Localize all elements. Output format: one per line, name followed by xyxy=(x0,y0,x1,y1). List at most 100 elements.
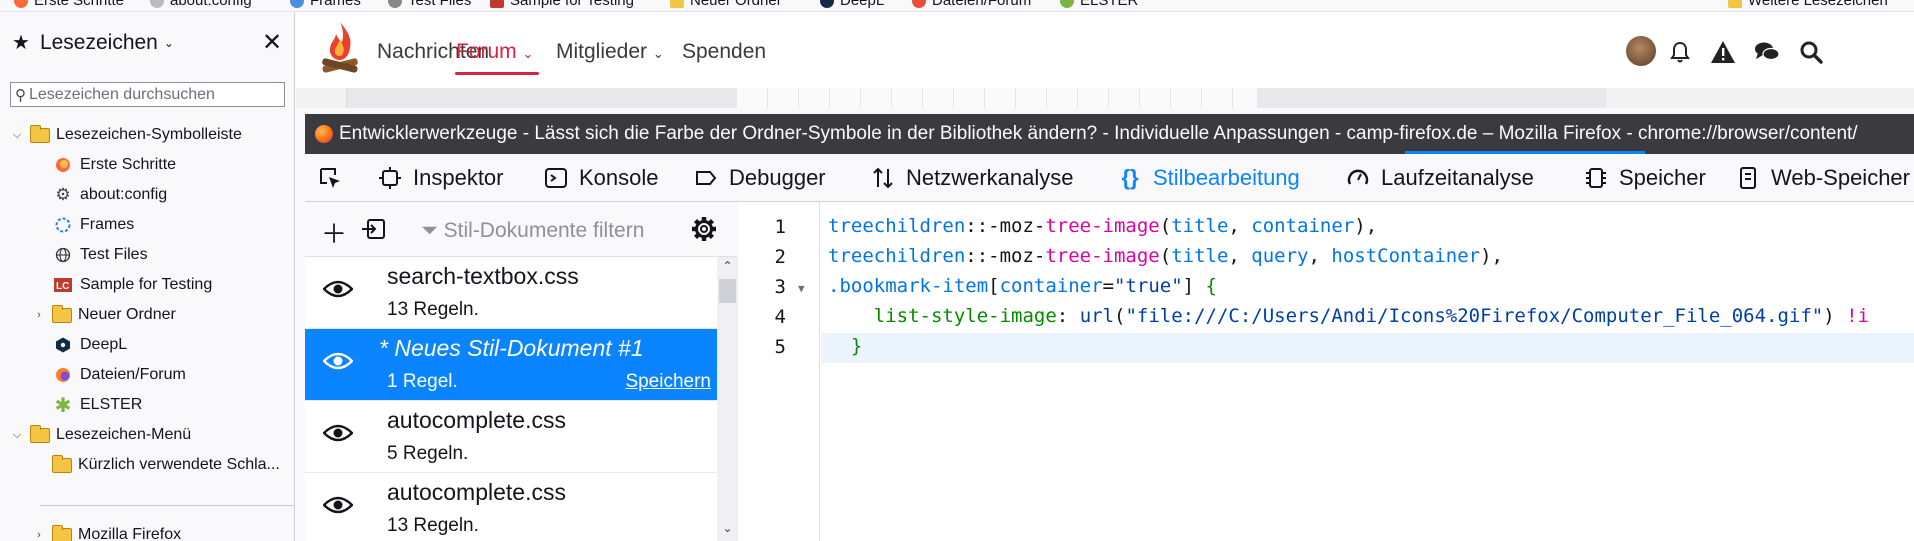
chevron-down-icon: ⌄ xyxy=(522,46,534,61)
elster-star-icon: ✱ xyxy=(54,394,72,417)
toolbar-bookmark-about-config[interactable]: about:config xyxy=(150,0,252,9)
bookmarks-search-input[interactable]: ⚲ Lesezeichen durchsuchen xyxy=(10,82,285,107)
tab-inspektor[interactable]: Inspektor xyxy=(377,154,504,202)
tree-item-label: about:config xyxy=(80,186,168,203)
nav-spenden[interactable]: Spenden xyxy=(682,40,766,64)
toolbar-bookmark-elster[interactable]: ELSTER xyxy=(1060,0,1138,9)
import-stylesheet-button[interactable] xyxy=(361,217,387,248)
dotted-globe-icon xyxy=(54,216,72,234)
braces-icon: {} xyxy=(1121,165,1139,190)
save-stylesheet-link[interactable]: Speichern xyxy=(625,371,711,393)
tab-label: Konsole xyxy=(579,165,659,190)
stylesheet-name: autocomplete.css xyxy=(387,407,566,433)
tab-konsole[interactable]: Konsole xyxy=(543,154,659,202)
tab-laufzeitanalyse[interactable]: Laufzeitanalyse xyxy=(1345,154,1534,202)
toolbar-bookmark-dateien[interactable]: Dateien/Forum xyxy=(912,0,1031,9)
element-picker-icon xyxy=(317,165,343,191)
tab-speicher[interactable]: Speicher xyxy=(1583,154,1706,202)
tab-netzwerkanalyse[interactable]: Netzwerkanalyse xyxy=(870,154,1074,202)
bell-icon[interactable] xyxy=(1666,38,1694,66)
tree-item-elster[interactable]: ✱ ELSTER xyxy=(54,390,143,420)
globe-icon xyxy=(54,246,72,264)
tab-debugger[interactable]: Debugger xyxy=(693,154,826,202)
tab-web-speicher[interactable]: Web-Speicher xyxy=(1735,154,1910,202)
search-icon[interactable] xyxy=(1797,38,1825,66)
tab-stilbearbeitung[interactable]: {} Stilbearbeitung xyxy=(1117,154,1299,202)
chat-icon[interactable] xyxy=(1753,38,1781,66)
toolbar-bookmark-deepl[interactable]: DeepL xyxy=(820,0,884,9)
line-number: 4 xyxy=(774,306,786,328)
tree-item-toolbar-folder[interactable]: ⌵ Lesezeichen-Symbolleiste xyxy=(10,120,242,150)
forum-screenshot-thumbnail xyxy=(737,88,1257,108)
stylesheet-list-pane: ＋ ⏷ Stil-Dokumente filtern search-textbo… xyxy=(305,202,738,541)
tree-item-test-files[interactable]: Test Files xyxy=(54,240,148,270)
element-picker-button[interactable] xyxy=(317,154,353,202)
line-number: 2 xyxy=(774,246,786,268)
tree-item-dateien-forum[interactable]: Dateien/Forum xyxy=(54,360,186,390)
eye-icon[interactable] xyxy=(323,423,353,443)
tree-item-menu-folder[interactable]: ⌵ Lesezeichen-Menü xyxy=(10,420,191,450)
stylesheet-name: search-textbox.css xyxy=(387,263,579,289)
tree-item-about-config[interactable]: ⚙ about:config xyxy=(54,180,167,210)
filter-stylesheets-input[interactable]: ⏷ Stil-Dokumente filtern xyxy=(421,219,644,243)
dotted-globe-icon xyxy=(290,0,304,9)
tree-item-label: Lesezeichen-Menü xyxy=(56,426,192,443)
warning-icon[interactable] xyxy=(1709,38,1737,66)
stylesheet-item[interactable]: search-textbox.css 13 Regeln. xyxy=(305,257,717,329)
scrollbar-thumb[interactable] xyxy=(719,279,736,303)
settings-button[interactable] xyxy=(691,216,717,249)
scroll-down-icon[interactable]: ⌄ xyxy=(717,521,738,535)
code-line-5: } xyxy=(850,335,863,357)
tree-item-sample-for-testing[interactable]: LC Sample for Testing xyxy=(54,270,212,300)
toolbar-bookmark-neuer-ordner[interactable]: Neuer Ordner xyxy=(670,0,782,9)
chevron-right-icon[interactable]: › xyxy=(32,309,46,321)
eye-icon[interactable] xyxy=(323,351,353,371)
stylesheet-item[interactable]: autocomplete.css 5 Regeln. xyxy=(305,401,717,473)
new-stylesheet-button[interactable]: ＋ xyxy=(321,214,347,251)
inspector-icon xyxy=(377,165,403,191)
code-line-3: .bookmark-item[container="true"] { xyxy=(828,275,1217,297)
other-bookmarks[interactable]: Weitere Lesezeichen xyxy=(1728,0,1888,9)
tree-item-frames[interactable]: Frames xyxy=(54,210,134,240)
eye-icon[interactable] xyxy=(323,279,353,299)
toolbar-bookmark-test-files[interactable]: Test Files xyxy=(388,0,471,9)
close-sidebar-button[interactable]: ✕ xyxy=(262,28,282,57)
css-editor[interactable]: 1 2 3 ▼ 4 5 treechildren::-moz-tree-imag… xyxy=(738,202,1914,541)
toolbar-bookmark-label: Sample for Testing xyxy=(510,0,634,9)
website-header: Nachrichten Forum ⌄ Mitglieder ⌄ Spenden xyxy=(296,12,1914,108)
lc-logo-icon xyxy=(490,0,504,9)
elster-star-icon xyxy=(1060,0,1074,9)
avatar[interactable] xyxy=(1626,36,1656,66)
tree-item-label: Test Files xyxy=(80,246,148,263)
chevron-down-icon[interactable]: ⌵ xyxy=(10,429,24,442)
toolbar-bookmark-sample[interactable]: Sample for Testing xyxy=(490,0,634,9)
toolbar-bookmark-label: about:config xyxy=(170,0,252,9)
stylesheet-list-scrollbar[interactable]: ⌃ ⌄ xyxy=(717,257,738,541)
tree-item-mozilla-firefox[interactable]: › Mozilla Firefox xyxy=(32,520,181,541)
import-icon xyxy=(362,219,385,239)
search-icon: ⚲ xyxy=(15,86,26,104)
toolbar-bookmark-frames[interactable]: Frames xyxy=(290,0,361,9)
eye-icon[interactable] xyxy=(323,495,353,515)
toolbar-bookmark-erste-schritte[interactable]: Erste Schritte xyxy=(14,0,124,9)
tree-item-erste-schritte[interactable]: Erste Schritte xyxy=(54,150,176,180)
scroll-up-icon[interactable]: ⌃ xyxy=(717,259,738,273)
fold-toggle-icon[interactable]: ▼ xyxy=(798,282,805,295)
tree-item-recent-tags[interactable]: Kürzlich verwendete Schla... xyxy=(52,450,280,480)
sidebar-switcher[interactable]: ★ Lesezeichen ⌄ xyxy=(12,30,174,55)
tree-item-deepl[interactable]: DeepL xyxy=(54,330,127,360)
folder-icon xyxy=(52,454,72,473)
stylesheet-item-selected[interactable]: * Neues Stil-Dokument #1 1 Regel. Speich… xyxy=(305,329,727,401)
chevron-down-icon[interactable]: ⌵ xyxy=(10,129,24,142)
active-line-highlight xyxy=(821,333,1914,363)
toolbar-bookmark-label: Neuer Ordner xyxy=(690,0,782,9)
chevron-right-icon[interactable]: › xyxy=(32,529,46,541)
site-logo[interactable] xyxy=(318,18,362,80)
nav-mitglieder[interactable]: Mitglieder ⌄ xyxy=(556,40,664,64)
code-line-4: list-style-image: url("file:///C:/Users/… xyxy=(873,305,1870,327)
tree-item-label: Erste Schritte xyxy=(80,156,177,173)
line-number: 1 xyxy=(774,216,786,238)
tree-item-neuer-ordner[interactable]: › Neuer Ordner xyxy=(32,300,176,330)
nav-forum[interactable]: Forum ⌄ xyxy=(456,40,533,64)
stylesheet-item[interactable]: autocomplete.css 13 Regeln. xyxy=(305,473,717,541)
